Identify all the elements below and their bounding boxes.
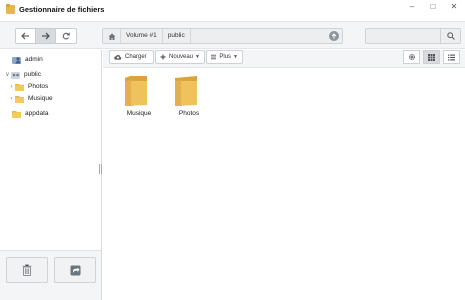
breadcrumb-public[interactable]: public — [163, 29, 191, 43]
tree-item-appdata[interactable]: appdata — [12, 108, 49, 119]
refresh-button[interactable] — [56, 29, 76, 43]
forward-button[interactable] — [36, 29, 56, 43]
arrow-right-icon — [42, 32, 50, 40]
file-browser-area: Musique Photos — [103, 68, 465, 300]
folder-icon — [125, 76, 147, 106]
tree-item-label: admin — [25, 56, 43, 63]
grid-view-button[interactable] — [423, 50, 440, 64]
shared-links-button[interactable] — [54, 257, 96, 283]
tree-item-label: Photos — [28, 83, 49, 90]
chevron-down-icon[interactable]: ∨ — [4, 71, 11, 78]
folder-tree-sidebar: admin ∨ public › Photos › Musique appdat… — [0, 50, 102, 300]
list-view-button[interactable] — [443, 50, 460, 64]
upload-cloud-icon — [114, 54, 122, 60]
more-dropdown-button[interactable]: Plus ▼ — [206, 50, 243, 64]
home-button[interactable] — [103, 29, 121, 43]
maximize-button[interactable]: □ — [425, 1, 441, 13]
upload-label: Charger — [125, 54, 147, 60]
folder-icon — [12, 111, 21, 118]
top-toolbar: Volume #1 public — [0, 21, 465, 49]
tree-item-admin[interactable]: admin — [12, 54, 43, 65]
file-name: Photos — [178, 110, 200, 117]
minimize-button[interactable]: – — [404, 1, 420, 13]
file-item-musique[interactable]: Musique — [114, 72, 154, 120]
grid-view-icon — [428, 53, 435, 61]
refresh-icon — [62, 32, 70, 40]
arrow-up-icon — [331, 33, 337, 39]
search-button[interactable] — [440, 29, 460, 43]
new-dropdown-button[interactable]: Nouveau ▼ — [155, 50, 205, 64]
breadcrumb-volume[interactable]: Volume #1 — [121, 29, 163, 43]
trash-icon — [22, 264, 32, 276]
chevron-right-icon[interactable]: › — [8, 84, 15, 90]
new-label: Nouveau — [169, 54, 194, 60]
tree-item-public[interactable]: ∨ public — [4, 69, 41, 80]
home-icon — [108, 33, 115, 40]
plus-icon — [160, 54, 166, 60]
parent-folder-button[interactable] — [329, 31, 339, 41]
file-manager-app-icon — [6, 4, 15, 14]
caret-down-icon: ▼ — [233, 54, 238, 60]
tree-item-label: Musique — [28, 95, 53, 102]
arrow-left-icon — [21, 32, 29, 40]
action-bar: Charger Nouveau ▼ Plus ▼ — [103, 50, 465, 68]
settings-button[interactable] — [403, 50, 420, 64]
folder-icon — [175, 76, 197, 106]
share-icon — [70, 265, 80, 275]
search-icon — [446, 32, 455, 40]
pane-splitter-handle[interactable] — [99, 164, 102, 174]
shared-folder-icon — [11, 72, 20, 79]
window-title: Gestionnaire de fichiers — [19, 5, 105, 14]
navigation-buttons — [15, 28, 77, 44]
user-folder-icon — [12, 57, 21, 64]
file-name: Musique — [126, 110, 152, 117]
upload-button[interactable]: Charger — [109, 50, 154, 64]
title-bar: Gestionnaire de fichiers – □ ✕ — [0, 0, 465, 19]
close-button[interactable]: ✕ — [446, 1, 462, 13]
gear-icon — [408, 54, 415, 60]
tree-item-photos[interactable]: › Photos — [8, 81, 48, 92]
path-bar: Volume #1 public — [102, 28, 343, 44]
trash-button[interactable] — [6, 257, 48, 283]
search-input[interactable] — [368, 30, 438, 42]
tree-item-label: appdata — [25, 110, 49, 117]
back-button[interactable] — [16, 29, 36, 43]
caret-down-icon: ▼ — [195, 54, 200, 60]
chevron-right-icon[interactable]: › — [8, 96, 15, 102]
tree-item-musique[interactable]: › Musique — [8, 93, 53, 104]
list-view-icon — [448, 54, 455, 60]
sidebar-footer — [0, 250, 101, 300]
search-box — [365, 28, 461, 44]
tree-item-label: public — [24, 71, 41, 78]
folder-icon — [15, 96, 24, 103]
list-menu-icon — [211, 54, 217, 60]
more-label: Plus — [219, 54, 232, 60]
file-item-photos[interactable]: Photos — [164, 72, 204, 120]
folder-icon — [15, 84, 24, 91]
